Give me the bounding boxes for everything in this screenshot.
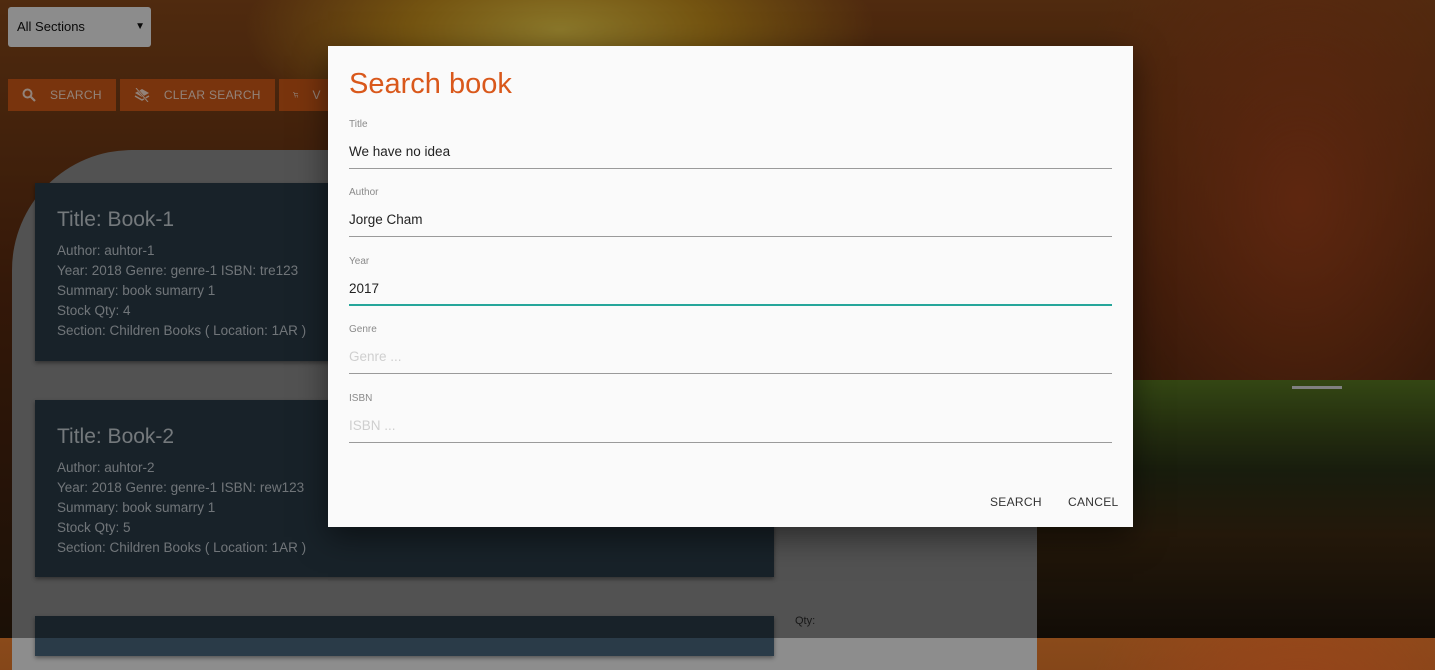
author-field[interactable] [349, 203, 1112, 237]
title-field-label: Title [349, 119, 368, 130]
genre-field-label: Genre [349, 324, 377, 335]
year-field-label: Year [349, 256, 370, 267]
isbn-field[interactable] [349, 409, 1112, 443]
author-field-label: Author [349, 187, 379, 198]
dialog-search-button[interactable]: SEARCH [990, 495, 1042, 509]
search-book-dialog: Search book Title Author Year Genre ISBN… [328, 46, 1133, 527]
dialog-cancel-button[interactable]: CANCEL [1068, 495, 1118, 509]
genre-field[interactable] [349, 340, 1112, 374]
isbn-field-label: ISBN [349, 393, 373, 404]
year-field[interactable] [349, 272, 1112, 306]
dialog-title: Search book [349, 68, 512, 100]
title-field[interactable] [349, 135, 1112, 169]
